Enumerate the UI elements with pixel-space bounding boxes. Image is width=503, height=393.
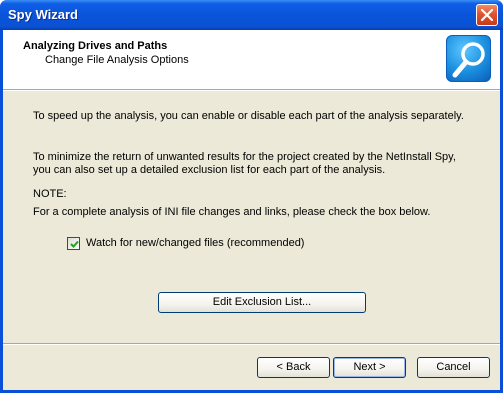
close-button[interactable] <box>476 4 498 26</box>
exclusion-paragraph: To minimize the return of unwanted resul… <box>33 151 456 176</box>
cancel-button[interactable]: Cancel <box>417 357 490 378</box>
note-text: For a complete analysis of INI file chan… <box>33 206 431 218</box>
edit-exclusion-list-button[interactable]: Edit Exclusion List... <box>158 292 366 313</box>
checkmark-icon <box>70 240 79 248</box>
footer-divider <box>3 343 500 345</box>
title-bar[interactable]: Spy Wizard <box>0 0 503 30</box>
header-subtitle: Change File Analysis Options <box>45 54 189 66</box>
wizard-header: Analyzing Drives and Paths Change File A… <box>3 30 500 89</box>
magnifier-icon <box>446 35 491 82</box>
watch-files-checkbox[interactable] <box>67 237 80 250</box>
note-label: NOTE: <box>33 188 67 200</box>
close-icon <box>481 9 493 21</box>
header-divider <box>3 89 500 91</box>
intro-paragraph: To speed up the analysis, you can enable… <box>33 110 464 122</box>
header-title: Analyzing Drives and Paths <box>23 40 168 52</box>
wizard-window: Spy Wizard Analyzing Drives and Paths Ch… <box>0 0 503 393</box>
back-button[interactable]: < Back <box>257 357 330 378</box>
dialog-client-area: Analyzing Drives and Paths Change File A… <box>3 30 500 390</box>
next-button[interactable]: Next > <box>333 357 406 378</box>
watch-files-label[interactable]: Watch for new/changed files (recommended… <box>86 237 304 249</box>
window-title: Spy Wizard <box>8 7 78 22</box>
